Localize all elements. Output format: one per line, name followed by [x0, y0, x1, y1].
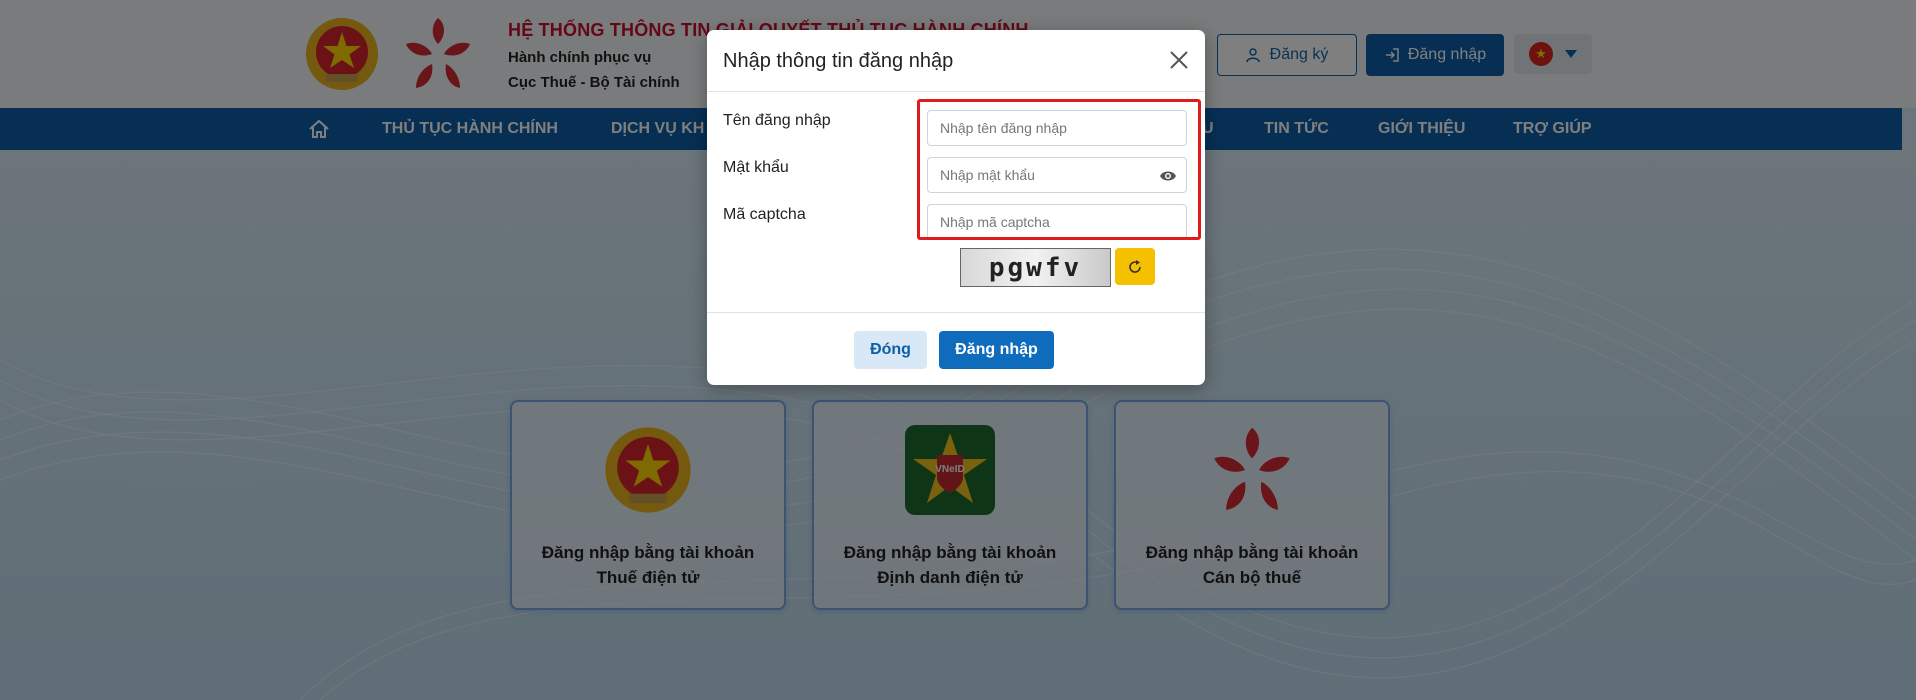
refresh-icon	[1129, 259, 1141, 273]
show-password-icon[interactable]	[1159, 167, 1177, 185]
captcha-row: Mã captcha	[723, 206, 806, 224]
login-modal: Nhập thông tin đăng nhập Tên đăng nhập M…	[707, 30, 1205, 385]
captcha-image: pgwfv	[960, 248, 1111, 287]
modal-footer: Đóng Đăng nhập	[707, 312, 1205, 385]
password-label: Mật khẩu	[723, 159, 789, 176]
close-icon[interactable]	[1167, 48, 1191, 72]
captcha-label: Mã captcha	[723, 206, 806, 223]
username-input[interactable]	[927, 110, 1187, 146]
captcha-input[interactable]	[927, 204, 1187, 240]
modal-title: Nhập thông tin đăng nhập	[723, 50, 954, 72]
username-row: Tên đăng nhập	[723, 112, 831, 130]
password-input[interactable]	[927, 157, 1187, 193]
modal-header: Nhập thông tin đăng nhập	[707, 30, 1205, 92]
captcha-refresh-button[interactable]	[1115, 248, 1155, 285]
close-button[interactable]: Đóng	[854, 331, 927, 369]
submit-login-button[interactable]: Đăng nhập	[939, 331, 1054, 369]
username-label: Tên đăng nhập	[723, 112, 831, 129]
password-row: Mật khẩu	[723, 159, 789, 177]
